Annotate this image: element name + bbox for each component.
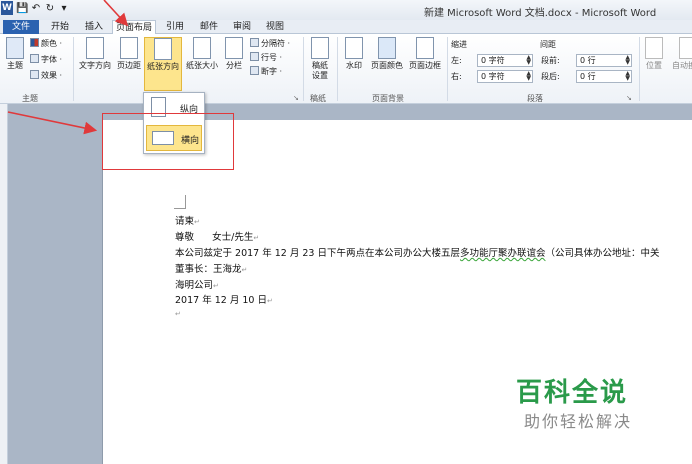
group-separator — [337, 37, 338, 101]
breaks-button[interactable]: 分隔符 · — [250, 38, 290, 50]
tab-home[interactable]: 开始 — [46, 20, 74, 34]
position-button[interactable]: 位置 — [642, 37, 666, 91]
spacing-after-label: 段后: — [541, 72, 560, 81]
spinner-arrows-icon[interactable]: ▲ ▼ — [526, 71, 531, 82]
spacing-after-input[interactable]: 0 行 ▲ ▼ — [576, 70, 632, 83]
draft-paper-button[interactable]: 稿纸 设置 — [306, 37, 334, 91]
undo-icon[interactable]: ↶ — [30, 2, 42, 15]
wrap-text-button[interactable]: 自动换行 — [668, 37, 692, 91]
tab-mailings[interactable]: 邮件 — [196, 20, 222, 34]
save-icon[interactable]: 💾 — [16, 2, 28, 15]
group-separator — [73, 37, 74, 101]
columns-icon — [225, 37, 243, 59]
ribbon: 主题 颜色 · 字体 · 效果 · 主题 文字方向 页边距 纸张方向 纸张大小 … — [0, 34, 692, 104]
palette-icon — [30, 38, 39, 47]
breaks-icon — [250, 38, 259, 47]
page-setup-launcher-icon[interactable]: ↘ — [293, 94, 299, 102]
doc-line-date[interactable]: 2017 年 12 月 10 日↵ — [175, 292, 273, 306]
tab-references[interactable]: 引用 — [162, 20, 188, 34]
draft-paper-icon — [311, 37, 329, 59]
group-label-draft: 稿纸 — [310, 94, 326, 103]
line-numbers-icon — [250, 52, 259, 61]
page-color-icon — [378, 37, 396, 59]
group-separator — [639, 37, 640, 101]
redo-icon[interactable]: ↻ — [44, 2, 56, 15]
paper-size-button[interactable]: 纸张大小 — [183, 37, 221, 91]
hyphenation-button[interactable]: 断字 · — [250, 66, 282, 78]
orientation-icon — [154, 38, 172, 60]
margins-icon — [120, 37, 138, 59]
effects-icon — [30, 70, 39, 79]
themes-icon — [6, 37, 24, 59]
paper-size-icon — [193, 37, 211, 59]
spinner-arrows-icon[interactable]: ▲ ▼ — [625, 71, 630, 82]
vertical-ruler — [0, 104, 8, 464]
doc-line-empty[interactable]: ↵ — [175, 308, 181, 319]
spacing-before-input[interactable]: 0 行 ▲ ▼ — [576, 54, 632, 67]
watermark-button[interactable]: 水印 — [340, 37, 368, 91]
tab-review[interactable]: 审阅 — [229, 20, 255, 34]
title-bar: W 💾 ↶ ↻ ▾ 新建 Microsoft Word 文档.docx - Mi… — [0, 0, 692, 20]
margin-corner-mark — [174, 195, 186, 209]
tab-view[interactable]: 视图 — [262, 20, 288, 34]
theme-colors-button[interactable]: 颜色 · — [30, 38, 62, 50]
indent-title: 缩进 — [451, 40, 467, 49]
window-title: 新建 Microsoft Word 文档.docx - Microsoft Wo… — [424, 8, 657, 19]
group-label-page-background: 页面背景 — [372, 94, 404, 103]
ribbon-tab-bar: 文件 开始 插入 页面布局 引用 邮件 审阅 视图 — [0, 20, 692, 35]
font-icon — [30, 54, 39, 63]
spacing-title: 间距 — [540, 40, 556, 49]
doc-line-title[interactable]: 请柬↵ — [175, 213, 200, 227]
group-label-theme: 主题 — [22, 94, 38, 103]
themes-button[interactable]: 主题 — [2, 37, 28, 91]
doc-line-body[interactable]: 本公司兹定于 2017 年 12 月 23 日下午两点在本公司办公大楼五层多功能… — [175, 245, 660, 259]
text-direction-button[interactable]: 文字方向 — [76, 37, 114, 91]
page-borders-button[interactable]: 页面边框 — [406, 37, 444, 91]
wrap-text-icon — [679, 37, 692, 59]
columns-button[interactable]: 分栏 — [222, 37, 246, 91]
group-separator — [303, 37, 304, 101]
indent-left-label: 左: — [451, 56, 462, 65]
quick-access-more-icon[interactable]: ▾ — [58, 2, 70, 15]
doc-line-chairman[interactable]: 董事长：王海龙↵ — [175, 261, 247, 275]
theme-effects-button[interactable]: 效果 · — [30, 70, 62, 82]
watermark-subtitle: 助你轻松解决 — [524, 412, 633, 431]
text-direction-icon — [86, 37, 104, 59]
margins-button[interactable]: 页边距 — [114, 37, 144, 91]
indent-right-label: 右: — [451, 72, 462, 81]
group-separator — [447, 37, 448, 101]
line-numbers-button[interactable]: 行号 · — [250, 52, 282, 64]
tab-insert[interactable]: 插入 — [80, 20, 108, 34]
hyphenation-icon — [250, 66, 259, 75]
page-borders-icon — [416, 37, 434, 59]
indent-right-input[interactable]: 0 字符 ▲ ▼ — [477, 70, 533, 83]
paragraph-launcher-icon[interactable]: ↘ — [626, 94, 632, 102]
doc-line-company[interactable]: 海明公司↵ — [175, 277, 219, 291]
annotation-highlight-box — [102, 113, 234, 170]
tab-page-layout[interactable]: 页面布局 — [112, 20, 156, 35]
doc-line-greeting[interactable]: 尊敬 女士/先生↵ — [175, 229, 259, 243]
orientation-button[interactable]: 纸张方向 — [144, 37, 182, 91]
spacing-before-label: 段前: — [541, 56, 560, 65]
indent-left-input[interactable]: 0 字符 ▲ ▼ — [477, 54, 533, 67]
word-app-icon[interactable]: W — [1, 1, 13, 15]
tab-file[interactable]: 文件 — [3, 20, 39, 34]
position-icon — [645, 37, 663, 59]
watermark-icon — [345, 37, 363, 59]
watermark-title: 百科全说 — [516, 378, 629, 408]
group-label-paragraph: 段落 — [527, 94, 543, 103]
page-color-button[interactable]: 页面颜色 — [368, 37, 406, 91]
spinner-arrows-icon[interactable]: ▲ ▼ — [625, 55, 630, 66]
theme-fonts-button[interactable]: 字体 · — [30, 54, 62, 66]
spinner-arrows-icon[interactable]: ▲ ▼ — [526, 55, 531, 66]
